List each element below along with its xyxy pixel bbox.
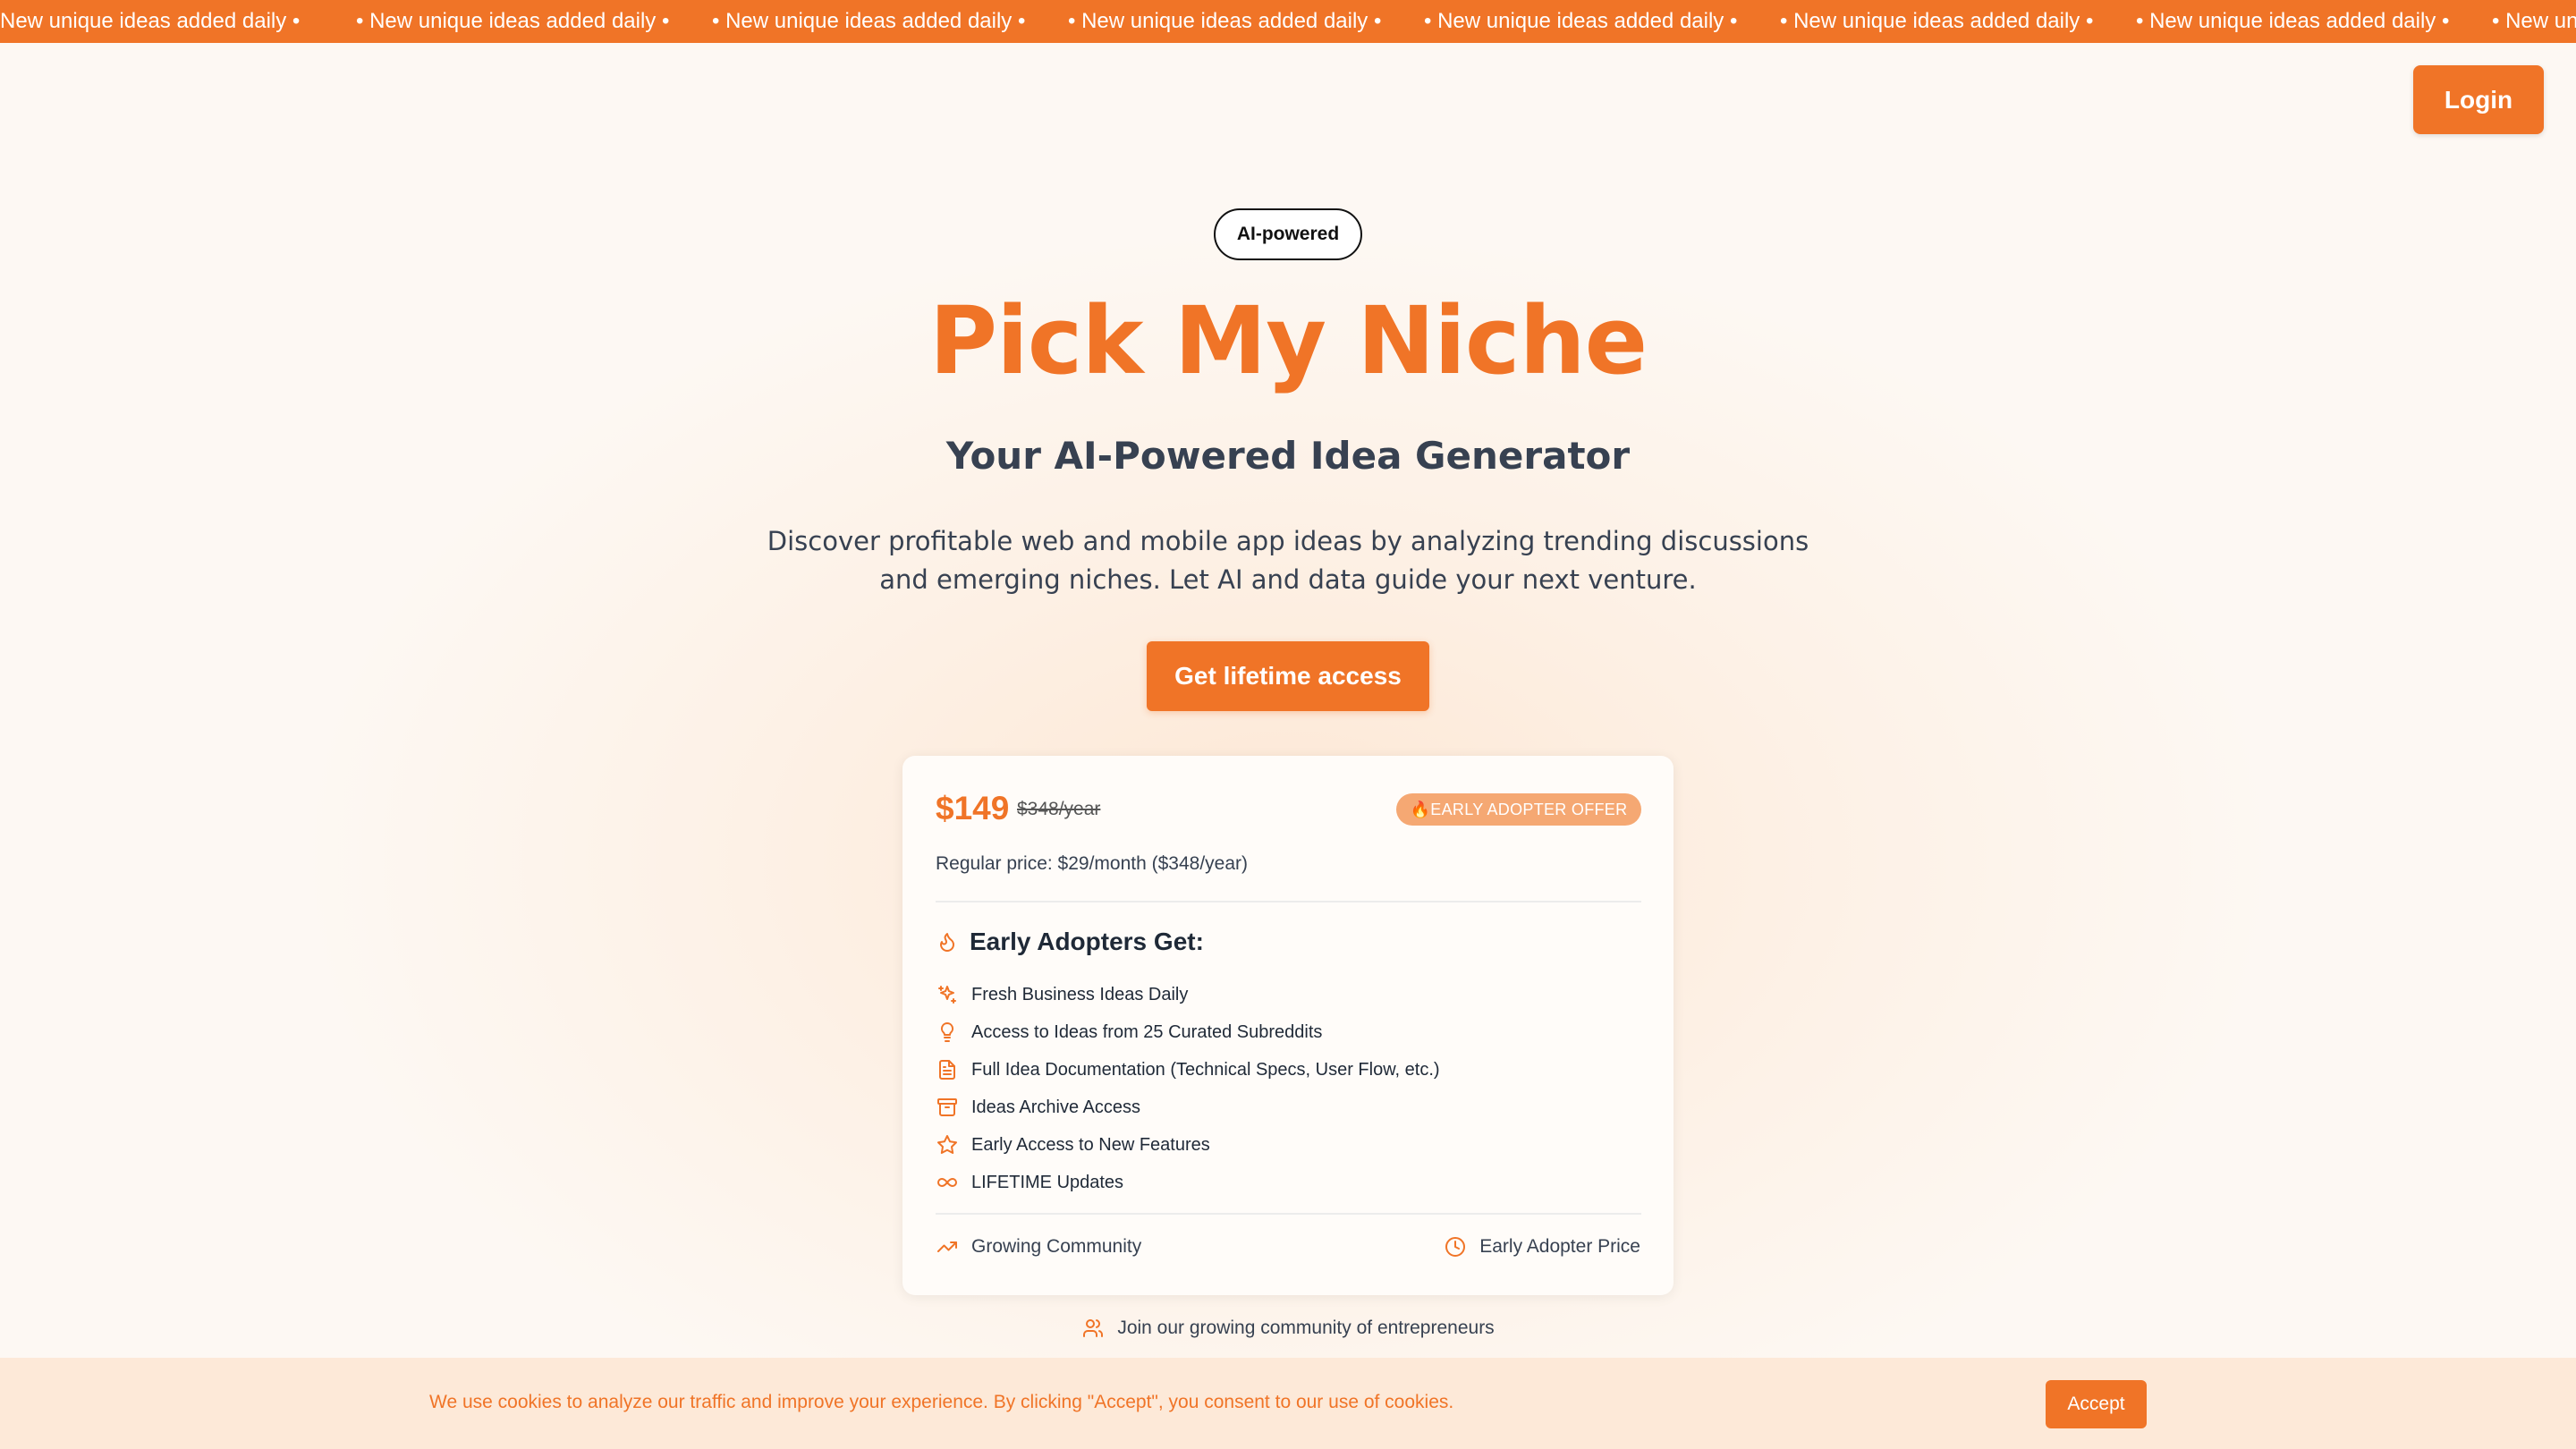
infinity-icon bbox=[936, 1171, 959, 1194]
clock-icon bbox=[1444, 1235, 1467, 1258]
marquee-item: • New unique ideas added daily • bbox=[712, 9, 1026, 33]
feature-item: Fresh Business Ideas Daily bbox=[936, 976, 1641, 1013]
features-heading-label: Early Adopters Get: bbox=[970, 928, 1204, 955]
growing-community-note: Growing Community bbox=[936, 1235, 1141, 1258]
marquee-item: • New unique ideas added daily • bbox=[356, 9, 670, 33]
lightbulb-icon bbox=[936, 1021, 959, 1044]
cookie-message: We use cookies to analyze our traffic an… bbox=[429, 1392, 1454, 1412]
early-adopter-price-label: Early Adopter Price bbox=[1479, 1236, 1640, 1257]
community-note: Join our growing community of entreprene… bbox=[0, 1317, 2576, 1340]
get-lifetime-access-button[interactable]: Get lifetime access bbox=[1147, 641, 1429, 711]
feature-label: LIFETIME Updates bbox=[971, 1172, 1124, 1192]
feature-label: Fresh Business Ideas Daily bbox=[971, 984, 1189, 1004]
star-icon bbox=[936, 1133, 959, 1157]
feature-item: Ideas Archive Access bbox=[936, 1089, 1641, 1126]
page-subtitle: Your AI-Powered Idea Generator bbox=[945, 434, 1631, 478]
feature-label: Ideas Archive Access bbox=[971, 1097, 1140, 1117]
feature-label: Early Access to New Features bbox=[971, 1134, 1210, 1155]
marquee-item: • New unique ideas added daily • bbox=[1424, 9, 1738, 33]
community-text: Join our growing community of entreprene… bbox=[1117, 1318, 1495, 1338]
document-icon bbox=[936, 1058, 959, 1081]
feature-item: Access to Ideas from 25 Curated Subreddi… bbox=[936, 1013, 1641, 1051]
announcement-marquee: New unique ideas added daily • • New uni… bbox=[0, 0, 2576, 43]
features-heading: Early Adopters Get: bbox=[936, 928, 1204, 956]
marquee-item: New unique ideas added daily • bbox=[0, 9, 301, 33]
trending-up-icon bbox=[936, 1235, 959, 1258]
marquee-item: • New unique ideas added daily • bbox=[1780, 9, 2094, 33]
features-list: Fresh Business Ideas Daily Access to Ide… bbox=[936, 976, 1641, 1201]
flame-icon bbox=[936, 930, 959, 953]
early-adopter-price-note: Early Adopter Price bbox=[1444, 1235, 1640, 1258]
regular-price: Regular price: $29/month ($348/year) bbox=[936, 853, 1249, 874]
page-title: Pick My Niche bbox=[928, 286, 1648, 395]
divider bbox=[936, 1213, 1641, 1215]
divider bbox=[936, 901, 1641, 902]
pricing-card: $149 $348/year 🔥EARLY ADOPTER OFFER Regu… bbox=[902, 756, 1674, 1295]
early-adopter-offer-badge: 🔥EARLY ADOPTER OFFER bbox=[1396, 793, 1641, 826]
login-button[interactable]: Login bbox=[2413, 65, 2544, 134]
price: $149 bbox=[936, 790, 1010, 826]
sparkles-icon bbox=[936, 983, 959, 1006]
marquee-track: New unique ideas added daily • • New uni… bbox=[0, 0, 2576, 43]
archive-icon bbox=[936, 1096, 959, 1119]
ai-powered-badge: AI-powered bbox=[1214, 208, 1362, 260]
feature-item: Early Access to New Features bbox=[936, 1126, 1641, 1164]
marquee-item: • New unique ideas added daily • bbox=[2492, 9, 2576, 33]
feature-item: LIFETIME Updates bbox=[936, 1164, 1641, 1201]
accept-cookies-button[interactable]: Accept bbox=[2046, 1380, 2147, 1428]
marquee-item: • New unique ideas added daily • bbox=[2136, 9, 2450, 33]
feature-item: Full Idea Documentation (Technical Specs… bbox=[936, 1051, 1641, 1089]
feature-label: Full Idea Documentation (Technical Specs… bbox=[971, 1059, 1440, 1080]
growing-community-label: Growing Community bbox=[971, 1236, 1142, 1257]
old-price: $348/year bbox=[1017, 799, 1101, 819]
users-icon bbox=[1081, 1317, 1105, 1340]
marquee-item: • New unique ideas added daily • bbox=[1068, 9, 1382, 33]
cookie-consent-bar: We use cookies to analyze our traffic an… bbox=[0, 1358, 2576, 1449]
feature-label: Access to Ideas from 25 Curated Subreddi… bbox=[971, 1021, 1323, 1042]
hero-description: Discover profitable web and mobile app i… bbox=[767, 526, 1809, 595]
